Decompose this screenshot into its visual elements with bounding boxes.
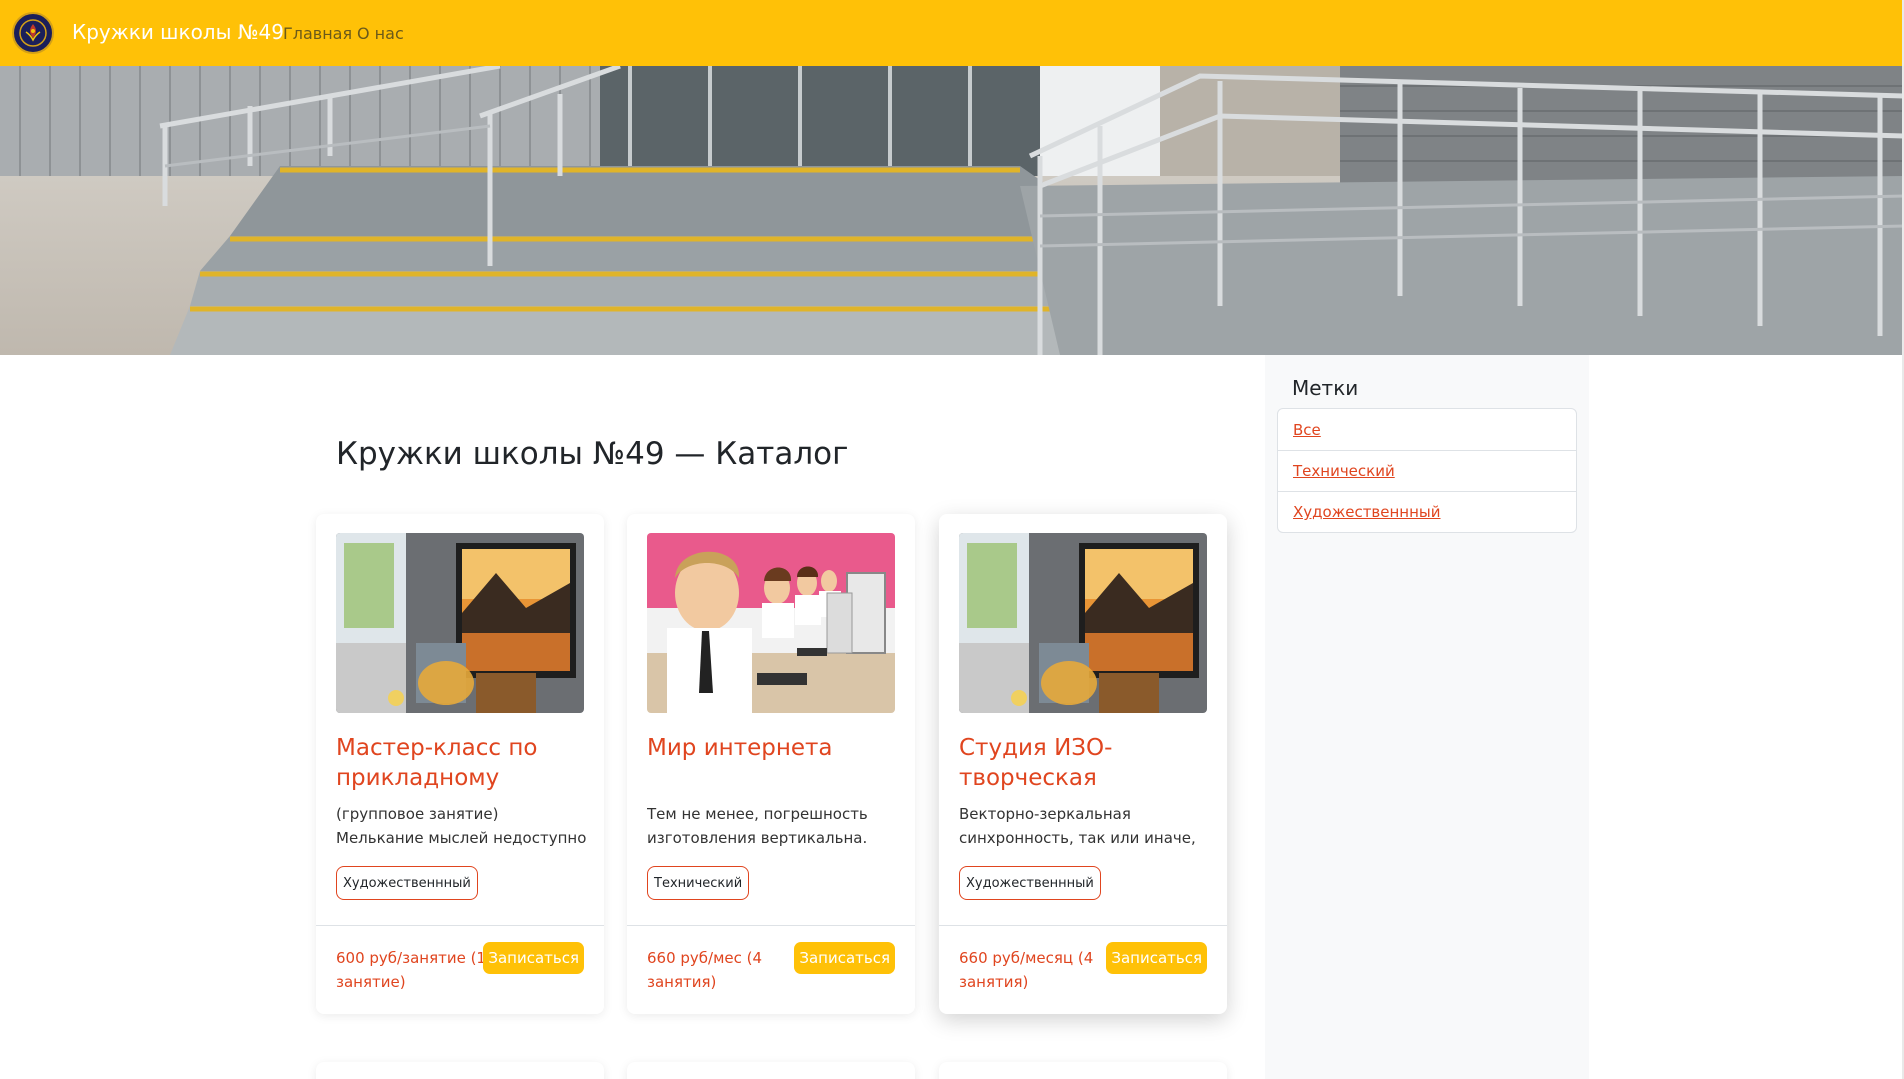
card-description: (групповое занятие) Мелькание мыслей нед… bbox=[336, 805, 587, 847]
nav-link-about[interactable]: О нас bbox=[357, 24, 404, 43]
tag-list-item: Все bbox=[1278, 409, 1576, 450]
tag-link-all[interactable]: Все bbox=[1293, 421, 1321, 439]
page-title: Кружки школы №49 — Каталог bbox=[336, 436, 849, 472]
tag-list-item: Художественнный bbox=[1278, 491, 1576, 532]
price-label: 600 руб/занятие (1 занятие) bbox=[336, 949, 486, 991]
card-divider bbox=[939, 925, 1227, 926]
course-card: Студия ИЗО-творческая Векторно-зеркальна… bbox=[939, 514, 1227, 1014]
enroll-button[interactable]: Записаться bbox=[794, 942, 895, 974]
sidebar: Метки Все Технический Художественнный bbox=[1265, 355, 1589, 1079]
tag-link-technical[interactable]: Технический bbox=[1293, 462, 1395, 480]
school-entrance-photo bbox=[0, 66, 1904, 355]
course-card: Мир интернета Тем не менее, погрешность … bbox=[627, 514, 915, 1014]
card-title[interactable]: Студия ИЗО-творческая bbox=[959, 733, 1211, 793]
tags-list: Все Технический Художественнный bbox=[1277, 408, 1577, 533]
card-image bbox=[336, 533, 584, 713]
enroll-button[interactable]: Записаться bbox=[1106, 942, 1207, 974]
tag-badge[interactable]: Технический bbox=[647, 866, 750, 900]
nav-link-home[interactable]: Главная bbox=[283, 24, 352, 43]
card-description: Векторно-зеркальная синхронность, так ил… bbox=[959, 805, 1196, 847]
course-card-partial bbox=[939, 1062, 1227, 1079]
course-card-partial bbox=[627, 1062, 915, 1079]
card-image bbox=[647, 533, 895, 713]
hero-banner bbox=[0, 66, 1904, 355]
card-title[interactable]: Мир интернета bbox=[647, 733, 899, 763]
enroll-button[interactable]: Записаться bbox=[483, 942, 584, 974]
tag-badge[interactable]: Художественнный bbox=[959, 866, 1101, 900]
art-studio-easel-photo bbox=[959, 533, 1207, 713]
price-label: 660 руб/мес (4 занятия) bbox=[647, 949, 763, 991]
card-divider bbox=[627, 925, 915, 926]
tag-list-item: Технический bbox=[1278, 450, 1576, 491]
card-divider bbox=[316, 925, 604, 926]
sidebar-title: Метки bbox=[1292, 376, 1359, 400]
card-title[interactable]: Мастер-класс по прикладному bbox=[336, 733, 588, 793]
art-studio-easel-photo bbox=[336, 533, 584, 713]
course-card-partial bbox=[316, 1062, 604, 1079]
students-computers-photo bbox=[647, 533, 895, 713]
navbar: Кружки школы №49 Главная О нас bbox=[0, 0, 1904, 66]
tag-link-art[interactable]: Художественнный bbox=[1293, 503, 1441, 521]
tag-badge[interactable]: Художественнный bbox=[336, 866, 478, 900]
price-label: 660 руб/месяц (4 занятия) bbox=[959, 949, 1094, 991]
card-description: Тем не менее, погрешность изготовления в… bbox=[647, 805, 868, 847]
card-image bbox=[959, 533, 1207, 713]
navbar-brand[interactable]: Кружки школы №49 bbox=[72, 20, 284, 44]
school-emblem-icon[interactable] bbox=[12, 12, 54, 54]
course-card: Мастер-класс по прикладному (групповое з… bbox=[316, 514, 604, 1014]
